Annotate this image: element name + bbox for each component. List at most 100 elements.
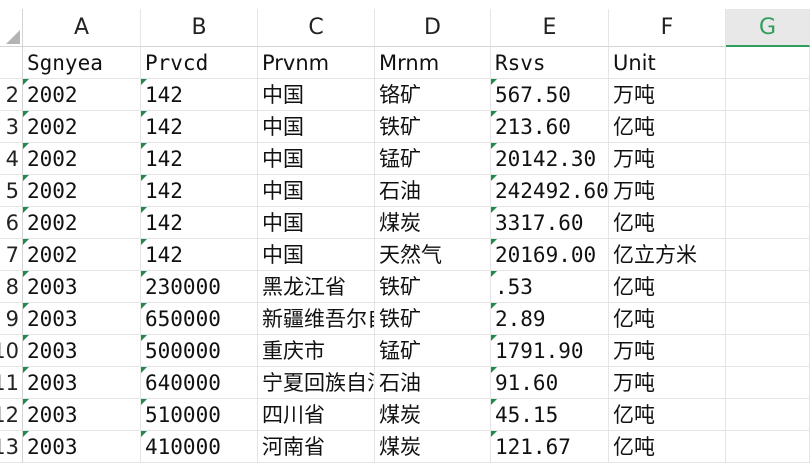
select-all-corner[interactable] <box>0 9 23 47</box>
table-cell[interactable]: 3317.60 <box>491 207 609 239</box>
table-cell[interactable]: 煤炭 <box>375 207 491 239</box>
table-cell[interactable]: 铁矿 <box>375 303 491 335</box>
table-cell[interactable]: 2003 <box>23 431 141 463</box>
table-cell[interactable]: 142 <box>141 143 258 175</box>
table-cell[interactable] <box>726 207 810 239</box>
table-cell[interactable]: 1791.90 <box>491 335 609 367</box>
table-cell[interactable]: 石油 <box>375 367 491 399</box>
table-cell[interactable]: 黑龙江省 <box>258 271 375 303</box>
table-cell[interactable]: 亿立方米 <box>609 239 726 271</box>
table-cell[interactable]: 91.60 <box>491 367 609 399</box>
row-header[interactable]: 6 <box>0 207 23 239</box>
table-cell[interactable]: 640000 <box>141 367 258 399</box>
column-header-b[interactable]: B <box>141 9 258 47</box>
table-cell[interactable] <box>726 79 810 111</box>
table-cell[interactable]: 铁矿 <box>375 271 491 303</box>
header-cell[interactable]: Prvnm <box>258 47 375 79</box>
table-cell[interactable]: 万吨 <box>609 367 726 399</box>
table-cell[interactable]: 中国 <box>258 207 375 239</box>
table-cell[interactable]: 新疆维吾尔自治区 <box>258 303 375 335</box>
table-cell[interactable]: 2002 <box>23 111 141 143</box>
table-cell[interactable]: 242492.60 <box>491 175 609 207</box>
table-cell[interactable]: 中国 <box>258 143 375 175</box>
row-header[interactable]: 2 <box>0 79 23 111</box>
table-cell[interactable]: 142 <box>141 207 258 239</box>
table-cell[interactable]: 天然气 <box>375 239 491 271</box>
table-cell[interactable]: 中国 <box>258 175 375 207</box>
table-cell[interactable]: 142 <box>141 79 258 111</box>
row-header[interactable]: 9 <box>0 303 23 335</box>
table-cell[interactable]: 142 <box>141 239 258 271</box>
header-cell[interactable] <box>726 47 810 79</box>
table-cell[interactable]: 20169.00 <box>491 239 609 271</box>
table-cell[interactable] <box>726 239 810 271</box>
header-cell[interactable]: Unit <box>609 47 726 79</box>
table-cell[interactable]: 2003 <box>23 271 141 303</box>
table-cell[interactable]: 万吨 <box>609 79 726 111</box>
table-cell[interactable]: 石油 <box>375 175 491 207</box>
table-cell[interactable]: 锰矿 <box>375 143 491 175</box>
table-cell[interactable]: 20142.30 <box>491 143 609 175</box>
row-header[interactable]: 12 <box>0 399 23 431</box>
table-cell[interactable]: 亿吨 <box>609 431 726 463</box>
table-cell[interactable]: 宁夏回族自治区 <box>258 367 375 399</box>
row-header[interactable]: 8 <box>0 271 23 303</box>
table-cell[interactable]: 河南省 <box>258 431 375 463</box>
table-cell[interactable]: 121.67 <box>491 431 609 463</box>
table-cell[interactable] <box>726 399 810 431</box>
table-cell[interactable] <box>726 175 810 207</box>
table-cell[interactable]: 中国 <box>258 239 375 271</box>
table-cell[interactable] <box>726 335 810 367</box>
table-cell[interactable]: 亿吨 <box>609 399 726 431</box>
row-header[interactable]: 13 <box>0 431 23 463</box>
table-cell[interactable]: 45.15 <box>491 399 609 431</box>
table-cell[interactable]: 亿吨 <box>609 111 726 143</box>
table-cell[interactable]: 2003 <box>23 303 141 335</box>
table-cell[interactable] <box>726 271 810 303</box>
table-cell[interactable]: 铬矿 <box>375 79 491 111</box>
table-cell[interactable] <box>726 431 810 463</box>
table-cell[interactable]: 2003 <box>23 367 141 399</box>
table-cell[interactable]: 2002 <box>23 143 141 175</box>
table-cell[interactable]: 亿吨 <box>609 303 726 335</box>
table-cell[interactable]: 中国 <box>258 111 375 143</box>
table-cell[interactable]: 567.50 <box>491 79 609 111</box>
table-cell[interactable]: 2003 <box>23 399 141 431</box>
row-header[interactable]: 5 <box>0 175 23 207</box>
header-cell[interactable]: Mrnm <box>375 47 491 79</box>
row-header[interactable]: 3 <box>0 111 23 143</box>
table-cell[interactable]: 213.60 <box>491 111 609 143</box>
column-header-a[interactable]: A <box>23 9 141 47</box>
row-header[interactable]: 10 <box>0 335 23 367</box>
table-cell[interactable]: 2002 <box>23 175 141 207</box>
table-cell[interactable]: 2.89 <box>491 303 609 335</box>
table-cell[interactable]: 2003 <box>23 335 141 367</box>
row-header[interactable] <box>0 47 23 79</box>
header-cell[interactable]: Prvcd <box>141 47 258 79</box>
table-cell[interactable]: 四川省 <box>258 399 375 431</box>
table-cell[interactable]: 230000 <box>141 271 258 303</box>
column-header-f[interactable]: F <box>609 9 726 47</box>
table-cell[interactable]: 2002 <box>23 239 141 271</box>
table-cell[interactable]: 万吨 <box>609 175 726 207</box>
table-cell[interactable]: 万吨 <box>609 335 726 367</box>
table-cell[interactable]: 510000 <box>141 399 258 431</box>
row-header[interactable]: 7 <box>0 239 23 271</box>
header-cell[interactable]: Sgnyea <box>23 47 141 79</box>
column-header-g[interactable]: G <box>726 9 810 47</box>
table-cell[interactable] <box>726 143 810 175</box>
table-cell[interactable]: 410000 <box>141 431 258 463</box>
table-cell[interactable] <box>726 111 810 143</box>
table-cell[interactable] <box>726 303 810 335</box>
header-cell[interactable]: Rsvs <box>491 47 609 79</box>
table-cell[interactable]: .53 <box>491 271 609 303</box>
table-cell[interactable]: 煤炭 <box>375 431 491 463</box>
table-cell[interactable] <box>726 367 810 399</box>
row-header[interactable]: 4 <box>0 143 23 175</box>
table-cell[interactable]: 142 <box>141 111 258 143</box>
row-header[interactable]: 11 <box>0 367 23 399</box>
table-cell[interactable]: 500000 <box>141 335 258 367</box>
table-cell[interactable]: 亿吨 <box>609 271 726 303</box>
table-cell[interactable]: 中国 <box>258 79 375 111</box>
table-cell[interactable]: 亿吨 <box>609 207 726 239</box>
